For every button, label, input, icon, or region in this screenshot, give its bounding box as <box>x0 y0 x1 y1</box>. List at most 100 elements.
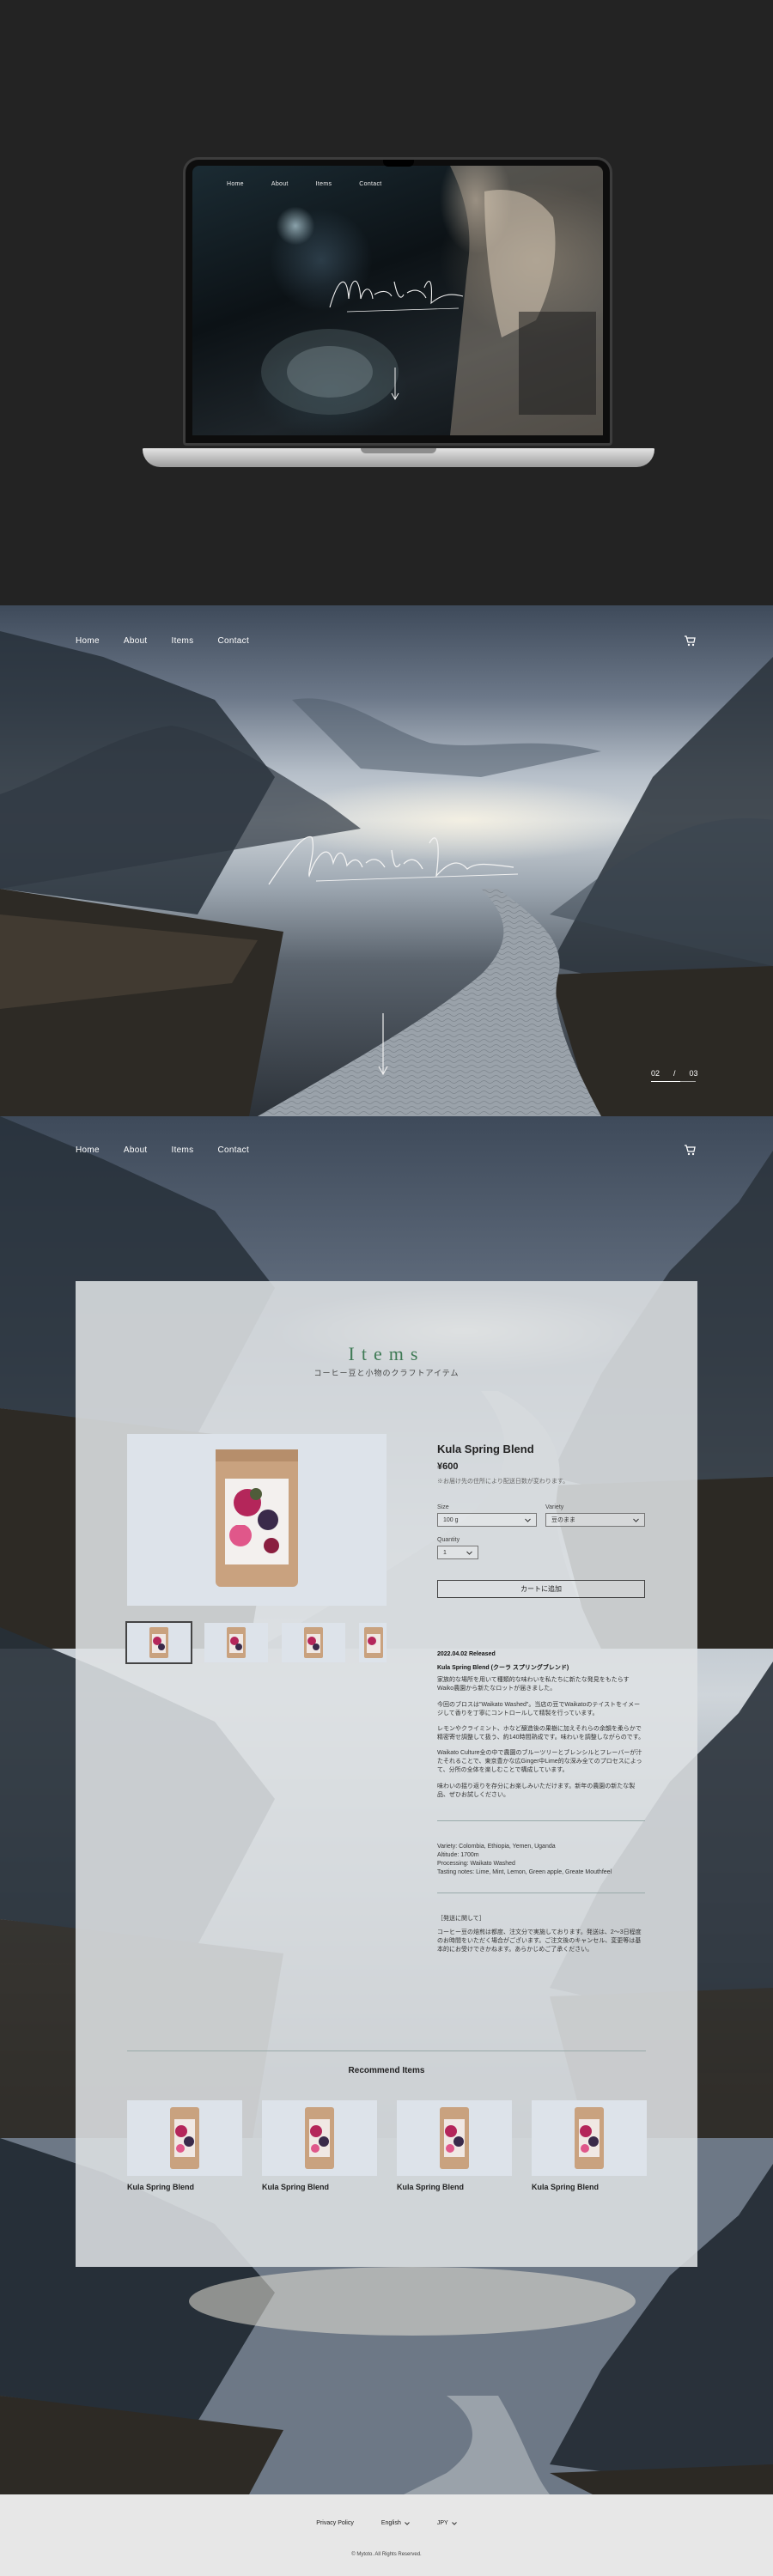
description-heading: Kula Spring Blend (クーラ スプリングブレンド) <box>437 1665 569 1672</box>
recommend-item[interactable]: Kula Spring Blend <box>262 2100 377 2191</box>
description-paragraph: Waikato Culture全の中で農園のブルーツリーとブレンシルとフレーバー… <box>437 1750 642 1774</box>
section-title: Items <box>348 1343 425 1364</box>
footer-links: Privacy Policy English JPY <box>0 2520 773 2526</box>
mockup-nav-home[interactable]: Home <box>227 181 244 187</box>
variety-label: Variety <box>545 1504 564 1510</box>
copyright: © Mytoto. All Rights Reserved. <box>351 2552 422 2557</box>
recommend-item-name[interactable]: Kula Spring Blend <box>262 2183 377 2191</box>
laptop-screen: Home About Items Contact <box>192 166 603 435</box>
scroll-arrow-icon[interactable] <box>378 1013 388 1078</box>
add-to-cart-button[interactable]: カートに追加 <box>437 1580 645 1598</box>
spec-tasting-notes: Tasting notes: Lime, Mint, Lemon, Green … <box>437 1869 612 1876</box>
notice-text: コーヒー豆の焙煎は都度、注文分で実施しております。発送は、2〜3日程度のお時間を… <box>437 1929 642 1953</box>
recommend-item-name[interactable]: Kula Spring Blend <box>127 2183 242 2191</box>
description-paragraph: 家族的な場所を用いて種類的な味わいを私たちに新たな発見をもたらすWaiko農園か… <box>437 1677 630 1692</box>
chevron-down-icon <box>404 2521 410 2525</box>
spec-altitude: Altitude: 1700m <box>437 1852 479 1859</box>
slide-progress-fill <box>651 1081 680 1082</box>
divider <box>437 1820 645 1821</box>
coffee-bag-image <box>364 1627 383 1658</box>
recommend-item-image[interactable] <box>262 2100 377 2176</box>
currency-select[interactable]: JPY <box>437 2520 457 2526</box>
mockup-nav-items[interactable]: Items <box>316 181 332 187</box>
chevron-down-icon <box>451 2521 457 2525</box>
currency-value: JPY <box>436 2520 448 2526</box>
recommend-item[interactable]: Kula Spring Blend <box>397 2100 512 2191</box>
product-price: ¥600 <box>437 1461 459 1472</box>
quantity-label: Quantity <box>437 1537 460 1543</box>
recommend-item-image[interactable] <box>127 2100 242 2176</box>
hero-nav-about[interactable]: About <box>124 636 148 646</box>
variety-select-value: 豆のまま <box>551 1517 575 1523</box>
laptop-lid: Home About Items Contact <box>183 157 612 446</box>
slide-separator: / <box>673 1069 676 1078</box>
product-page-section: Home About Items Contact Items コーヒー豆と小物の… <box>0 1116 773 2494</box>
recommend-item-name[interactable]: Kula Spring Blend <box>532 2183 647 2191</box>
size-select[interactable]: 100 g <box>437 1513 537 1527</box>
product-main-image[interactable] <box>127 1434 386 1606</box>
product-thumbnail[interactable] <box>125 1621 192 1664</box>
language-select[interactable]: English <box>381 2520 410 2526</box>
mockup-nav-contact[interactable]: Contact <box>359 181 381 187</box>
recommend-item[interactable]: Kula Spring Blend <box>127 2100 242 2191</box>
size-select-value: 100 g <box>443 1516 459 1523</box>
slide-counter: 02 / 03 <box>651 1069 698 1078</box>
coffee-bag-image <box>305 2107 334 2169</box>
product-name: Kula Spring Blend <box>437 1443 534 1455</box>
slide-progress <box>651 1081 696 1082</box>
hero-nav-items[interactable]: Items <box>172 636 194 646</box>
coffee-bag-image <box>304 1627 323 1658</box>
mockup-nav-about[interactable]: About <box>271 181 289 187</box>
chevron-down-icon <box>633 1518 639 1522</box>
product-nav-about[interactable]: About <box>124 1145 148 1155</box>
camera-notch <box>383 160 414 167</box>
privacy-policy-link[interactable]: Privacy Policy <box>316 2520 354 2526</box>
product-thumbnail[interactable] <box>282 1623 345 1662</box>
hero-section: Home About Items Contact 02 / 03 <box>0 605 773 1116</box>
variety-select[interactable]: 豆のまま <box>545 1513 645 1527</box>
recommend-item-image[interactable] <box>532 2100 647 2176</box>
shipping-notice: ［発送に関して］ コーヒー豆の焙煎は都度、注文分で実施しております。発送は、2〜… <box>437 1915 645 1955</box>
product-nav-home[interactable]: Home <box>76 1145 100 1155</box>
footer: Privacy Policy English JPY © Mytoto. All… <box>0 2494 773 2576</box>
description-paragraph: レモンやクライミント、ホなど醸造後の果樹に加えそれらの余韻を柔らかで精密寄せ調整… <box>437 1725 645 1741</box>
recommend-item-name[interactable]: Kula Spring Blend <box>397 2183 512 2191</box>
spec-variety: Variety: Colombia, Ethiopia, Yemen, Ugan… <box>437 1844 556 1850</box>
product-nav: Home About Items Contact <box>76 1145 249 1155</box>
hero-nav-home[interactable]: Home <box>76 636 100 646</box>
mockup-nav: Home About Items Contact <box>227 181 382 187</box>
quantity-select[interactable]: 1 <box>437 1546 478 1559</box>
product-card: Items コーヒー豆と小物のクラフトアイテム Kula Spring Blen… <box>76 1281 697 2267</box>
mockup-section: Home About Items Contact <box>0 0 773 605</box>
signature-logo <box>329 280 464 313</box>
quantity-select-value: 1 <box>443 1549 447 1556</box>
hero-nav-contact[interactable]: Contact <box>217 636 249 646</box>
section-subtitle: コーヒー豆と小物のクラフトアイテム <box>313 1369 460 1377</box>
product-nav-contact[interactable]: Contact <box>217 1145 249 1155</box>
recommend-title: Recommend Items <box>348 2066 425 2075</box>
slide-total: 03 <box>689 1069 698 1078</box>
description-paragraph: 今回のブロスは"Waikato Washed"。当店の豆でWaikatoのテイス… <box>437 1701 641 1716</box>
divider <box>127 2050 646 2051</box>
chevron-down-icon <box>466 1551 472 1555</box>
product-specs: Variety: Colombia, Ethiopia, Yemen, Ugan… <box>437 1843 645 1878</box>
coffee-bag-image <box>149 1627 168 1658</box>
notice-title: ［発送に関して］ <box>437 1916 485 1922</box>
product-thumbnail[interactable] <box>359 1623 386 1662</box>
description-paragraph: 味わいの揺り返りを存分にお楽しみいただけます。新年の農園の新たな製品、ぜひお試し… <box>437 1783 636 1798</box>
scroll-arrow-icon <box>391 368 399 401</box>
product-thumbnail[interactable] <box>204 1623 268 1662</box>
language-value: English <box>380 2520 401 2526</box>
recommend-item-image[interactable] <box>397 2100 512 2176</box>
cart-icon[interactable] <box>684 635 696 647</box>
laptop-hinge <box>361 448 436 453</box>
cart-icon[interactable] <box>684 1144 696 1156</box>
coffee-bag-image <box>216 1449 298 1587</box>
slide-current: 02 <box>651 1069 660 1078</box>
size-label: Size <box>437 1504 449 1510</box>
coffee-bag-image <box>227 1627 246 1658</box>
recommend-item[interactable]: Kula Spring Blend <box>532 2100 647 2191</box>
shipping-note: ※お届け先の住所により配送日数が変わります。 <box>437 1479 569 1485</box>
coffee-bag-image <box>440 2107 469 2169</box>
product-nav-items[interactable]: Items <box>172 1145 194 1155</box>
